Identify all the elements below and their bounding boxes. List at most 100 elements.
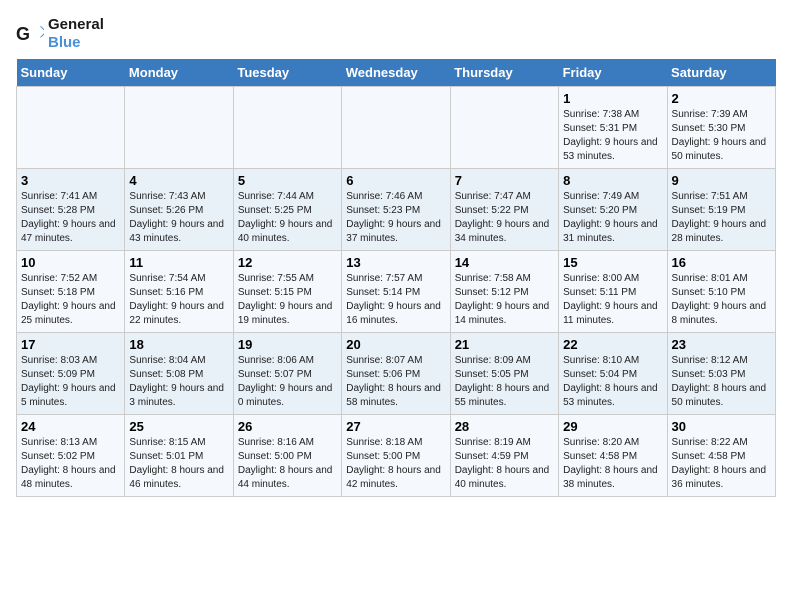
calendar-day-cell: 7 Sunrise: 7:47 AM Sunset: 5:22 PM Daylig… (450, 169, 558, 251)
day-detail: Sunrise: 7:47 AM Sunset: 5:22 PM Dayligh… (455, 190, 554, 246)
calendar-day-cell: 27Sunrise: 8:18 AM Sunset: 5:00 PM Dayli… (342, 415, 450, 497)
calendar-day-cell: 25 Sunrise: 8:15 AM Sunset: 5:01 PM Dayli… (125, 415, 233, 497)
calendar-day-cell: 20Sunrise: 8:07 AM Sunset: 5:06 PM Dayli… (342, 333, 450, 415)
calendar-day-cell: 21Sunrise: 8:09 AM Sunset: 5:05 PM Dayli… (450, 333, 558, 415)
calendar-day-cell: 23 Sunrise: 8:12 AM Sunset: 5:03 PM Dayli… (667, 333, 775, 415)
day-detail: Sunrise: 8:20 AM Sunset: 4:58 PM Dayligh… (563, 436, 662, 492)
page-header: G General Blue (16, 16, 776, 51)
day-number: 14 (455, 255, 554, 270)
logo-icon: G (16, 22, 44, 46)
day-number: 29 (563, 419, 662, 434)
day-of-week-header: Wednesday (342, 59, 450, 87)
calendar-day-cell: 9 Sunrise: 7:51 AM Sunset: 5:19 PM Daylig… (667, 169, 775, 251)
day-number: 18 (129, 337, 228, 352)
calendar-week-row: 10 Sunrise: 7:52 AM Sunset: 5:18 PM Dayli… (17, 251, 776, 333)
day-detail: Sunrise: 8:22 AM Sunset: 4:58 PM Dayligh… (672, 436, 771, 492)
day-number: 23 (672, 337, 771, 352)
calendar-day-cell: 28 Sunrise: 8:19 AM Sunset: 4:59 PM Dayli… (450, 415, 558, 497)
calendar-day-cell: 12Sunrise: 7:55 AM Sunset: 5:15 PM Dayli… (233, 251, 341, 333)
calendar-day-cell: 18 Sunrise: 8:04 AM Sunset: 5:08 PM Dayli… (125, 333, 233, 415)
calendar-day-cell (17, 87, 125, 169)
calendar-day-cell (450, 87, 558, 169)
day-number: 27 (346, 419, 445, 434)
calendar-day-cell: 29 Sunrise: 8:20 AM Sunset: 4:58 PM Dayli… (559, 415, 667, 497)
day-detail: Sunrise: 7:51 AM Sunset: 5:19 PM Dayligh… (672, 190, 771, 246)
calendar-day-cell: 11 Sunrise: 7:54 AM Sunset: 5:16 PM Dayli… (125, 251, 233, 333)
day-number: 19 (238, 337, 337, 352)
day-number: 2 (672, 91, 771, 106)
logo: G General Blue (16, 16, 104, 51)
calendar-day-cell: 19 Sunrise: 8:06 AM Sunset: 5:07 PM Dayli… (233, 333, 341, 415)
day-number: 15 (563, 255, 662, 270)
day-number: 26 (238, 419, 337, 434)
day-of-week-header: Friday (559, 59, 667, 87)
day-detail: Sunrise: 8:12 AM Sunset: 5:03 PM Dayligh… (672, 354, 771, 410)
day-detail: Sunrise: 7:52 AM Sunset: 5:18 PM Dayligh… (21, 272, 120, 328)
day-number: 22 (563, 337, 662, 352)
day-of-week-header: Sunday (17, 59, 125, 87)
day-number: 7 (455, 173, 554, 188)
calendar-week-row: 1 Sunrise: 7:38 AM Sunset: 5:31 PM Daylig… (17, 87, 776, 169)
day-number: 13 (346, 255, 445, 270)
calendar-day-cell: 3Sunrise: 7:41 AM Sunset: 5:28 PM Daylig… (17, 169, 125, 251)
day-number: 8 (563, 173, 662, 188)
calendar-day-cell: 8 Sunrise: 7:49 AM Sunset: 5:20 PM Daylig… (559, 169, 667, 251)
day-detail: Sunrise: 7:39 AM Sunset: 5:30 PM Dayligh… (672, 108, 771, 164)
day-detail: Sunrise: 7:38 AM Sunset: 5:31 PM Dayligh… (563, 108, 662, 164)
day-number: 11 (129, 255, 228, 270)
day-number: 4 (129, 173, 228, 188)
calendar-week-row: 3Sunrise: 7:41 AM Sunset: 5:28 PM Daylig… (17, 169, 776, 251)
calendar-day-cell: 26 Sunrise: 8:16 AM Sunset: 5:00 PM Dayli… (233, 415, 341, 497)
calendar-day-cell (233, 87, 341, 169)
day-number: 25 (129, 419, 228, 434)
calendar-day-cell: 13 Sunrise: 7:57 AM Sunset: 5:14 PM Dayli… (342, 251, 450, 333)
day-number: 28 (455, 419, 554, 434)
day-detail: Sunrise: 7:44 AM Sunset: 5:25 PM Dayligh… (238, 190, 337, 246)
day-number: 12 (238, 255, 337, 270)
day-detail: Sunrise: 7:49 AM Sunset: 5:20 PM Dayligh… (563, 190, 662, 246)
day-number: 21 (455, 337, 554, 352)
day-number: 6 (346, 173, 445, 188)
day-number: 16 (672, 255, 771, 270)
calendar-week-row: 17Sunrise: 8:03 AM Sunset: 5:09 PM Dayli… (17, 333, 776, 415)
day-of-week-header: Saturday (667, 59, 775, 87)
day-number: 30 (672, 419, 771, 434)
day-detail: Sunrise: 8:06 AM Sunset: 5:07 PM Dayligh… (238, 354, 337, 410)
day-number: 24 (21, 419, 120, 434)
day-detail: Sunrise: 7:57 AM Sunset: 5:14 PM Dayligh… (346, 272, 445, 328)
day-detail: Sunrise: 7:58 AM Sunset: 5:12 PM Dayligh… (455, 272, 554, 328)
day-number: 9 (672, 173, 771, 188)
calendar-day-cell: 10 Sunrise: 7:52 AM Sunset: 5:18 PM Dayli… (17, 251, 125, 333)
day-number: 10 (21, 255, 120, 270)
calendar-day-cell: 22Sunrise: 8:10 AM Sunset: 5:04 PM Dayli… (559, 333, 667, 415)
calendar-day-cell: 2 Sunrise: 7:39 AM Sunset: 5:30 PM Daylig… (667, 87, 775, 169)
day-number: 5 (238, 173, 337, 188)
day-detail: Sunrise: 8:07 AM Sunset: 5:06 PM Dayligh… (346, 354, 445, 410)
calendar-table: SundayMondayTuesdayWednesdayThursdayFrid… (16, 59, 776, 497)
day-detail: Sunrise: 7:46 AM Sunset: 5:23 PM Dayligh… (346, 190, 445, 246)
day-detail: Sunrise: 8:01 AM Sunset: 5:10 PM Dayligh… (672, 272, 771, 328)
day-number: 17 (21, 337, 120, 352)
day-detail: Sunrise: 8:19 AM Sunset: 4:59 PM Dayligh… (455, 436, 554, 492)
calendar-day-cell: 16 Sunrise: 8:01 AM Sunset: 5:10 PM Dayli… (667, 251, 775, 333)
day-detail: Sunrise: 8:04 AM Sunset: 5:08 PM Dayligh… (129, 354, 228, 410)
day-detail: Sunrise: 7:54 AM Sunset: 5:16 PM Dayligh… (129, 272, 228, 328)
day-detail: Sunrise: 8:13 AM Sunset: 5:02 PM Dayligh… (21, 436, 120, 492)
day-detail: Sunrise: 7:43 AM Sunset: 5:26 PM Dayligh… (129, 190, 228, 246)
day-of-week-header: Thursday (450, 59, 558, 87)
day-detail: Sunrise: 8:16 AM Sunset: 5:00 PM Dayligh… (238, 436, 337, 492)
calendar-week-row: 24 Sunrise: 8:13 AM Sunset: 5:02 PM Dayli… (17, 415, 776, 497)
calendar-day-cell: 17Sunrise: 8:03 AM Sunset: 5:09 PM Dayli… (17, 333, 125, 415)
calendar-day-cell: 4 Sunrise: 7:43 AM Sunset: 5:26 PM Daylig… (125, 169, 233, 251)
day-of-week-header: Monday (125, 59, 233, 87)
calendar-day-cell: 14 Sunrise: 7:58 AM Sunset: 5:12 PM Dayli… (450, 251, 558, 333)
logo-text: General Blue (48, 16, 104, 51)
day-header-row: SundayMondayTuesdayWednesdayThursdayFrid… (17, 59, 776, 87)
calendar-day-cell: 30 Sunrise: 8:22 AM Sunset: 4:58 PM Dayli… (667, 415, 775, 497)
day-detail: Sunrise: 7:41 AM Sunset: 5:28 PM Dayligh… (21, 190, 120, 246)
day-of-week-header: Tuesday (233, 59, 341, 87)
day-detail: Sunrise: 8:00 AM Sunset: 5:11 PM Dayligh… (563, 272, 662, 328)
day-detail: Sunrise: 8:15 AM Sunset: 5:01 PM Dayligh… (129, 436, 228, 492)
day-number: 1 (563, 91, 662, 106)
calendar-day-cell: 15 Sunrise: 8:00 AM Sunset: 5:11 PM Dayli… (559, 251, 667, 333)
